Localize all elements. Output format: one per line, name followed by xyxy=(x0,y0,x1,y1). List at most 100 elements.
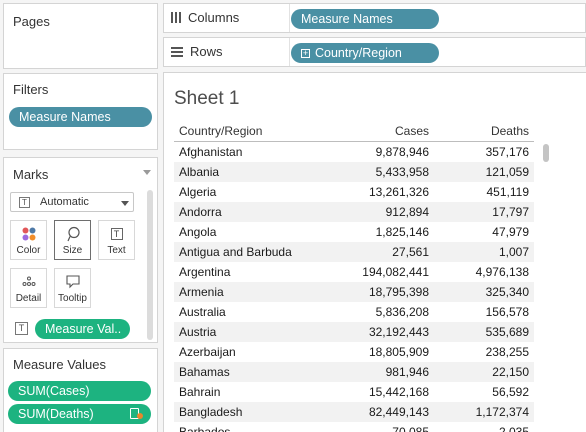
measure-values-text-pill[interactable]: Measure Val.. xyxy=(35,319,130,339)
table-row[interactable]: Bahrain 15,442,168 56,592 xyxy=(174,382,534,402)
cases-cell: 18,805,909 xyxy=(368,345,429,359)
deaths-cell: 535,689 xyxy=(485,325,529,339)
detail-button-label: Detail xyxy=(15,293,42,304)
measure-pill-sum-deaths-label: SUM(Deaths) xyxy=(18,407,94,421)
color-button-label: Color xyxy=(16,245,41,256)
cases-cell: 32,192,443 xyxy=(368,325,429,339)
columns-pill-measure-names[interactable]: Measure Names xyxy=(291,9,439,29)
cases-cell: 981,946 xyxy=(385,365,429,379)
country-cell: Bahamas xyxy=(179,365,230,379)
country-cell: Bangladesh xyxy=(179,405,243,419)
country-cell: Austria xyxy=(179,325,217,339)
marks-menu-caret-icon[interactable] xyxy=(143,170,151,175)
header-country-region[interactable]: Country/Region xyxy=(179,124,262,138)
country-cell: Azerbaijan xyxy=(179,345,236,359)
cases-cell: 9,878,946 xyxy=(375,145,429,159)
country-cell: Albania xyxy=(179,165,220,179)
columns-shelf-label: Columns xyxy=(171,10,239,25)
columns-shelf[interactable]: Columns Measure Names xyxy=(163,3,586,33)
table-row[interactable]: Australia 5,836,208 156,578 xyxy=(174,302,534,322)
deaths-cell: 4,976,138 xyxy=(475,265,529,279)
size-button[interactable]: Size xyxy=(54,220,91,260)
country-cell: Antigua and Barbuda xyxy=(179,245,292,259)
measure-values-title: Measure Values xyxy=(13,357,106,372)
pages-shelf[interactable]: Pages xyxy=(3,3,158,69)
warning-badge-icon xyxy=(137,413,143,419)
text-mark-icon: T xyxy=(19,197,30,208)
table-row[interactable]: Armenia 18,795,398 325,340 xyxy=(174,282,534,302)
text-icon: T xyxy=(99,226,134,242)
table-row[interactable]: Barbados 70,085 2,035 xyxy=(174,422,534,432)
deaths-cell: 121,059 xyxy=(485,165,529,179)
tooltip-button[interactable]: Tooltip xyxy=(54,268,91,308)
marks-scrollbar[interactable] xyxy=(147,190,153,340)
text-button-label: Text xyxy=(107,245,126,256)
expand-plus-icon[interactable]: + xyxy=(301,49,310,59)
table-row[interactable]: Antigua and Barbuda 27,561 1,007 xyxy=(174,242,534,262)
size-lasso-icon xyxy=(55,226,90,242)
measure-pill-sum-cases[interactable]: SUM(Cases) xyxy=(8,381,151,401)
deaths-cell: 22,150 xyxy=(492,365,529,379)
cases-cell: 912,894 xyxy=(385,205,429,219)
columns-icon xyxy=(171,12,181,23)
rows-label: Rows xyxy=(190,44,223,59)
color-dots-icon xyxy=(11,226,46,242)
rows-shelf-label: Rows xyxy=(171,44,223,59)
table-row[interactable]: Bangladesh 82,449,143 1,172,374 xyxy=(174,402,534,422)
table-row[interactable]: Afghanistan 9,878,946 357,176 xyxy=(174,142,534,162)
chevron-down-icon xyxy=(121,201,129,206)
filters-title: Filters xyxy=(13,82,49,97)
header-deaths[interactable]: Deaths xyxy=(491,124,529,138)
detail-dots-icon xyxy=(11,274,46,290)
tooltip-bubble-icon xyxy=(55,274,90,290)
columns-shelf-divider xyxy=(289,4,290,32)
table-row[interactable]: Bahamas 981,946 22,150 xyxy=(174,362,534,382)
table-row[interactable]: Argentina 194,082,441 4,976,138 xyxy=(174,262,534,282)
cases-cell: 82,449,143 xyxy=(368,405,429,419)
cases-cell: 15,442,168 xyxy=(368,385,429,399)
table-scrollbar-thumb[interactable] xyxy=(543,144,549,162)
rows-pill-country-region[interactable]: + Country/Region xyxy=(291,43,439,63)
filters-shelf[interactable]: Filters Measure Names xyxy=(3,73,158,150)
cases-cell: 70,085 xyxy=(392,425,429,432)
country-cell: Algeria xyxy=(179,185,217,199)
mark-type-dropdown[interactable]: T Automatic xyxy=(10,192,134,212)
country-cell: Angola xyxy=(179,225,217,239)
deaths-cell: 56,592 xyxy=(492,385,529,399)
text-button[interactable]: T Text xyxy=(98,220,135,260)
table-row[interactable]: Austria 32,192,443 535,689 xyxy=(174,322,534,342)
deaths-cell: 156,578 xyxy=(485,305,529,319)
marks-title: Marks xyxy=(13,167,49,182)
mark-type-label: Automatic xyxy=(40,196,89,208)
deaths-cell: 1,007 xyxy=(498,245,529,259)
cases-cell: 18,795,398 xyxy=(368,285,429,299)
country-cell: Bahrain xyxy=(179,385,221,399)
deaths-cell: 1,172,374 xyxy=(475,405,529,419)
color-button[interactable]: Color xyxy=(10,220,47,260)
cases-cell: 5,836,208 xyxy=(375,305,429,319)
table-row[interactable]: Albania 5,433,958 121,059 xyxy=(174,162,534,182)
detail-button[interactable]: Detail xyxy=(10,268,47,308)
cases-cell: 13,261,326 xyxy=(368,185,429,199)
rows-shelf[interactable]: Rows + Country/Region xyxy=(163,37,586,67)
table-row[interactable]: Angola 1,825,146 47,979 xyxy=(174,222,534,242)
table-row[interactable]: Azerbaijan 18,805,909 238,255 xyxy=(174,342,534,362)
country-cell: Andorra xyxy=(179,205,222,219)
rows-pill-label: Country/Region xyxy=(315,46,402,60)
table-row[interactable]: Andorra 912,894 17,797 xyxy=(174,202,534,222)
filter-pill-measure-names[interactable]: Measure Names xyxy=(9,107,152,127)
country-cell: Afghanistan xyxy=(179,145,243,159)
country-cell: Armenia xyxy=(179,285,224,299)
country-cell: Barbados xyxy=(179,425,231,432)
deaths-cell: 451,119 xyxy=(486,185,530,199)
cases-cell: 194,082,441 xyxy=(362,265,429,279)
table-header: Country/Region Cases Deaths xyxy=(174,124,534,141)
table-body: Afghanistan 9,878,946 357,176 Albania 5,433… xyxy=(174,142,534,432)
cases-cell: 27,561 xyxy=(392,245,429,259)
rows-icon xyxy=(171,46,183,57)
deaths-cell: 357,176 xyxy=(485,145,529,159)
table-row[interactable]: Algeria 13,261,326 451,119 xyxy=(174,182,534,202)
tooltip-button-label: Tooltip xyxy=(58,293,87,304)
header-cases[interactable]: Cases xyxy=(395,124,429,138)
text-encoding-icon: T xyxy=(15,322,28,335)
